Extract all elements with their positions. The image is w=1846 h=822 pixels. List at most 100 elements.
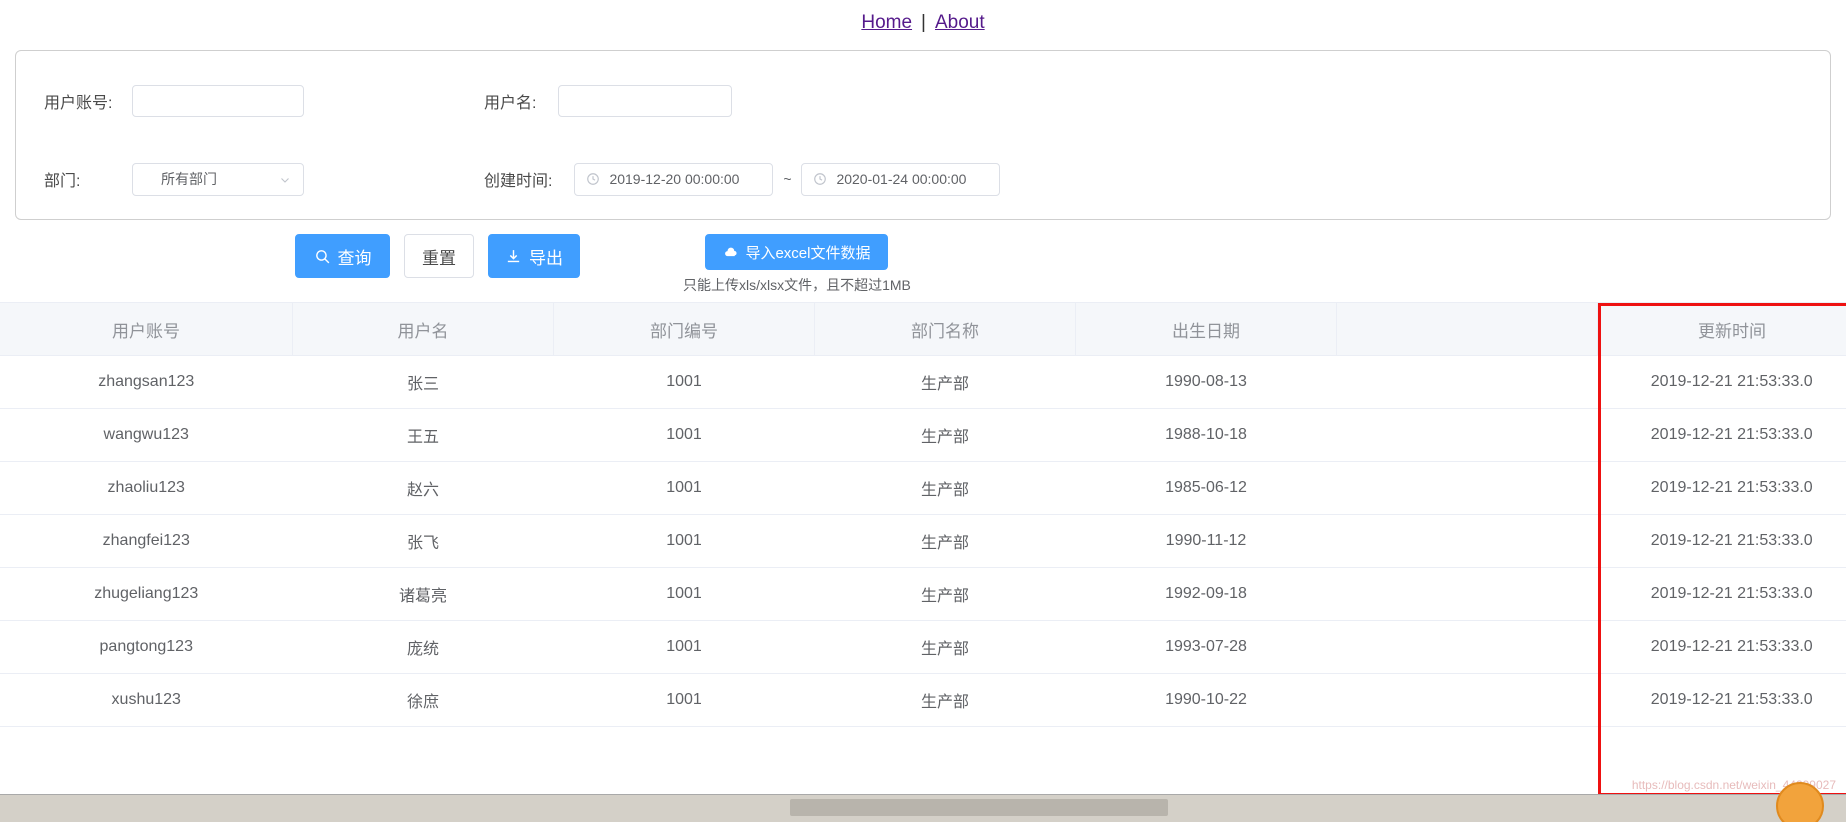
- reset-button[interactable]: 重置: [404, 234, 474, 278]
- table-cell: 1001: [553, 673, 815, 727]
- department-select[interactable]: 所有部门: [132, 162, 304, 196]
- table-cell: 生产部: [814, 408, 1076, 462]
- download-icon: [505, 248, 522, 265]
- field-account: 用户账号:: [44, 85, 304, 117]
- export-button[interactable]: 导出: [488, 234, 580, 278]
- date-start-value: 2019-12-20 00:00:00: [609, 171, 740, 187]
- field-create-time: 创建时间: 2019-12-20 00:00:00 ~ 2020-01-24 0…: [484, 162, 1001, 196]
- column-header-dept-name[interactable]: 部门名称: [814, 303, 1076, 356]
- query-button-label: 查询: [337, 248, 372, 268]
- table-cell: zhangfei123: [0, 514, 293, 568]
- search-panel: 用户账号: 用户名: 部门: 所有部门 创建时间: 2019-12-20 00:…: [15, 50, 1831, 220]
- table-cell: [1336, 355, 1598, 409]
- table-row[interactable]: zhaoliu123 赵六 1001 生产部 1985-06-12 2019-12-21 …: [0, 461, 1846, 515]
- table-cell: 1001: [553, 514, 815, 568]
- table-cell: [1336, 408, 1598, 462]
- table-row[interactable]: wangwu123 王五 1001 生产部 1988-10-18 2019-12-21 2…: [0, 408, 1846, 462]
- top-nav: Home | About: [0, 0, 1846, 46]
- table-cell: 1001: [553, 355, 815, 409]
- chevron-down-icon: [279, 173, 291, 185]
- table-cell: 2019-12-21 21:53:33.0: [1597, 461, 1846, 515]
- table-cell: wangwu123: [0, 408, 293, 462]
- table-cell: 生产部: [814, 620, 1076, 674]
- field-username: 用户名:: [484, 85, 733, 117]
- table-cell: 赵六: [292, 461, 554, 515]
- table-cell: 1001: [553, 620, 815, 674]
- table-cell: zhangsan123: [0, 355, 293, 409]
- table-row[interactable]: xushu123 徐庶 1001 生产部 1990-10-22 2019-12-21 21…: [0, 673, 1846, 727]
- table-cell: pangtong123: [0, 620, 293, 674]
- account-label: 用户账号:: [44, 95, 113, 112]
- user-table: 用户账号 用户名 部门编号 部门名称 出生日期 更新时间 zhangsan123…: [0, 303, 1846, 727]
- scrollbar-thumb[interactable]: [790, 799, 1168, 816]
- table-cell: xushu123: [0, 673, 293, 727]
- table-row[interactable]: zhangsan123 张三 1001 生产部 1990-08-13 2019-12-21…: [0, 355, 1846, 409]
- import-excel-button[interactable]: 导入excel文件数据: [705, 234, 889, 270]
- status-badge: [1776, 782, 1824, 822]
- cloud-upload-icon: [723, 245, 738, 260]
- table-cell: [1336, 461, 1598, 515]
- username-label: 用户名:: [484, 95, 537, 112]
- nav-separator: |: [921, 12, 926, 33]
- table-cell: 2019-12-21 21:53:33.0: [1597, 673, 1846, 727]
- department-select-value: 所有部门: [161, 171, 217, 187]
- table-cell: 1993-07-28: [1075, 620, 1337, 674]
- column-header-update-time[interactable]: 更新时间: [1597, 303, 1846, 356]
- table-cell: [1336, 514, 1598, 568]
- table-cell: 2019-12-21 21:53:33.0: [1597, 514, 1846, 568]
- table-cell: [1336, 673, 1598, 727]
- search-row-2: 部门: 所有部门 创建时间: 2019-12-20 00:00:00 ~ 202…: [16, 151, 1830, 207]
- table-cell: 2019-12-21 21:53:33.0: [1597, 620, 1846, 674]
- table-cell: 生产部: [814, 461, 1076, 515]
- reset-button-label: 重置: [422, 248, 456, 268]
- date-end-input[interactable]: 2020-01-24 00:00:00: [801, 162, 1001, 196]
- search-icon: [314, 248, 331, 265]
- clock-icon: [813, 172, 827, 186]
- table-header-row: 用户账号 用户名 部门编号 部门名称 出生日期 更新时间: [0, 303, 1846, 356]
- table-cell: 2019-12-21 21:53:33.0: [1597, 408, 1846, 462]
- table-row[interactable]: zhangfei123 张飞 1001 生产部 1990-11-12 2019-12-21…: [0, 514, 1846, 568]
- nav-link-about[interactable]: About: [935, 12, 985, 34]
- table-cell: 徐庶: [292, 673, 554, 727]
- column-header-account[interactable]: 用户账号: [0, 303, 293, 356]
- date-range-separator: ~: [783, 171, 792, 187]
- query-button[interactable]: 查询: [295, 234, 390, 278]
- user-table-wrapper: 用户账号 用户名 部门编号 部门名称 出生日期 更新时间 zhangsan123…: [0, 302, 1846, 796]
- table-cell: zhaoliu123: [0, 461, 293, 515]
- column-header-birthday[interactable]: 出生日期: [1075, 303, 1337, 356]
- table-cell: 1990-11-12: [1075, 514, 1337, 568]
- table-row[interactable]: pangtong123 庞统 1001 生产部 1993-07-28 2019-12-21…: [0, 620, 1846, 674]
- account-input[interactable]: [132, 85, 304, 117]
- column-header-username[interactable]: 用户名: [292, 303, 554, 356]
- table-cell: 生产部: [814, 567, 1076, 621]
- field-department: 部门: 所有部门: [44, 162, 304, 196]
- table-cell: 2019-12-21 21:53:33.0: [1597, 567, 1846, 621]
- table-cell: 1985-06-12: [1075, 461, 1337, 515]
- action-bar: 查询 重置 导出 导入excel文件数据 只能上传xls/xlsx文件，且不超过…: [0, 234, 1846, 300]
- table-cell: 生产部: [814, 355, 1076, 409]
- date-start-input[interactable]: 2019-12-20 00:00:00: [574, 162, 774, 196]
- table-cell: 张三: [292, 355, 554, 409]
- table-cell: 王五: [292, 408, 554, 462]
- clock-icon: [586, 172, 600, 186]
- search-row-1: 用户账号: 用户名:: [16, 73, 1830, 129]
- upload-hint-text: 只能上传xls/xlsx文件，且不超过1MB: [683, 277, 911, 293]
- table-cell: 1001: [553, 461, 815, 515]
- table-cell: 2019-12-21 21:53:33.0: [1597, 355, 1846, 409]
- window-scrollbar[interactable]: [0, 794, 1846, 822]
- username-input[interactable]: [558, 85, 733, 117]
- table-cell: 庞统: [292, 620, 554, 674]
- table-cell: 生产部: [814, 514, 1076, 568]
- export-button-label: 导出: [529, 248, 563, 268]
- column-header-blank[interactable]: [1336, 303, 1598, 356]
- table-body: zhangsan123 张三 1001 生产部 1990-08-13 2019-12-21…: [0, 355, 1846, 727]
- table-cell: 诸葛亮: [292, 567, 554, 621]
- upload-area: 导入excel文件数据 只能上传xls/xlsx文件，且不超过1MB: [683, 234, 911, 295]
- date-end-value: 2020-01-24 00:00:00: [836, 171, 967, 187]
- table-cell: 1990-08-13: [1075, 355, 1337, 409]
- table-row[interactable]: zhugeliang123 诸葛亮 1001 生产部 1992-09-18 2019-12…: [0, 567, 1846, 621]
- nav-link-home[interactable]: Home: [861, 12, 912, 34]
- table-cell: [1336, 620, 1598, 674]
- column-header-dept-code[interactable]: 部门编号: [553, 303, 815, 356]
- table-cell: 1988-10-18: [1075, 408, 1337, 462]
